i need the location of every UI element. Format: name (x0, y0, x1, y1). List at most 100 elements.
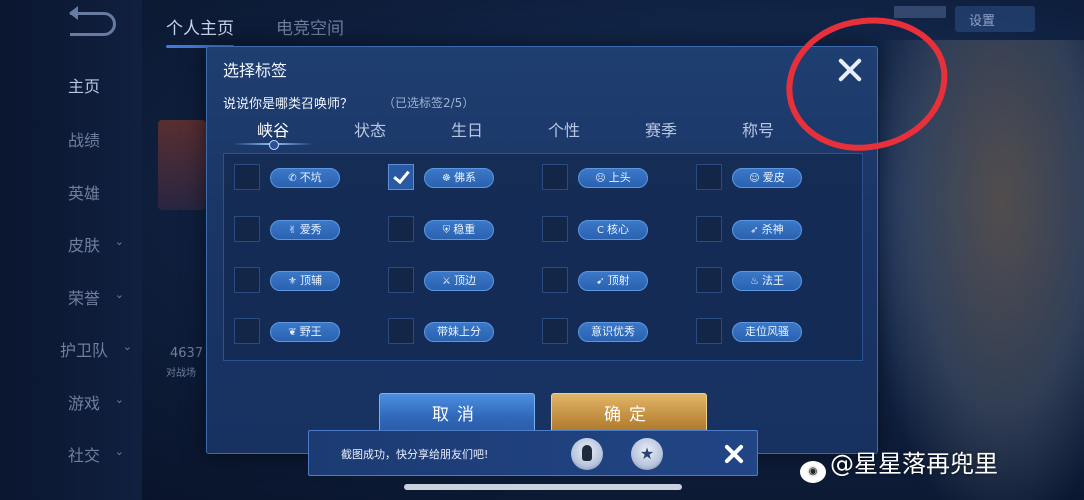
tag-checkbox[interactable] (696, 318, 722, 344)
sidebar-item-record[interactable]: 战绩 (68, 127, 100, 151)
c-core-icon: C (597, 225, 604, 236)
dialog-title: 选择标签 (223, 61, 288, 80)
tag-checkbox[interactable] (234, 164, 260, 190)
tag-checkbox[interactable] (542, 318, 568, 344)
tag-option[interactable]: C 核心 (542, 216, 692, 250)
tag-checkbox[interactable] (388, 318, 414, 344)
tag-pill[interactable]: ❦ 野王 (270, 322, 340, 342)
stat-caption: 对战场 (166, 368, 196, 379)
tag-options-grid: ✆ 不坑 ☸ 佛系 ☹ 上头 ☺ 爱皮 ✌ 爱秀 ⛨ 稳重 C 核心 ➶ 杀神 ⚜ 顶辅 ⚔ 顶边 ➹ 顶射 ♨ 法王 ❦ 野王 带… (223, 153, 863, 361)
tag-option[interactable]: ❦ 野王 (234, 318, 384, 352)
sidebar-item-games[interactable]: 游戏 ⌄ (68, 390, 124, 414)
tag-pill[interactable]: ⚔ 顶边 (424, 271, 494, 291)
tag-pill[interactable]: ☹ 上头 (578, 168, 648, 188)
tag-option[interactable]: ⚜ 顶辅 (234, 267, 384, 301)
tag-checkbox[interactable] (542, 164, 568, 190)
tag-checkbox[interactable] (388, 164, 414, 190)
shield-icon: ⛨ (442, 225, 451, 236)
tag-pill[interactable]: ⛨ 稳重 (424, 220, 494, 240)
tag-label: 顶边 (453, 274, 476, 287)
tab-title[interactable]: 称号 (708, 117, 808, 141)
watermark-text: @星星落再兜里 (830, 450, 998, 478)
toast-close-icon[interactable] (723, 443, 745, 465)
chevron-down-icon: ⌄ (114, 393, 125, 406)
tag-option[interactable]: 走位风骚 (696, 318, 846, 352)
chevron-down-icon: ⌄ (114, 445, 125, 458)
sidebar-item-label: 护卫队 (60, 341, 109, 360)
tab-status[interactable]: 状态 (320, 117, 420, 141)
qq-icon[interactable] (571, 438, 603, 470)
tag-option[interactable]: ✌ 爱秀 (234, 216, 384, 250)
cancel-button[interactable]: 取消 (379, 393, 535, 435)
tag-label: 稳重 (453, 223, 476, 236)
tag-option[interactable]: ♨ 法王 (696, 267, 846, 301)
chevron-down-icon: ⌄ (122, 340, 133, 353)
screenshot-toast: 截图成功，快分享给朋友们吧! ★ (308, 430, 758, 476)
tag-pill[interactable]: 走位风骚 (732, 322, 802, 342)
cat-icon: ☺ (749, 173, 760, 184)
tag-checkbox[interactable] (696, 164, 722, 190)
tag-checkbox[interactable] (234, 318, 260, 344)
tab-birthday[interactable]: 生日 (417, 117, 517, 141)
chevron-down-icon: ⌄ (114, 288, 125, 301)
buddha-icon: ☸ (442, 173, 451, 184)
sidebar-item-skins[interactable]: 皮肤 ⌄ (68, 232, 124, 256)
sidebar-item-label: 荣誉 (68, 289, 101, 308)
tab-esports-space[interactable]: 电竞空间 (276, 14, 344, 39)
sidebar-item-home[interactable]: 主页 (68, 73, 100, 97)
tag-option[interactable]: ➹ 顶射 (542, 267, 692, 301)
sidebar-item-guard-team[interactable]: 护卫队 ⌄ (60, 337, 132, 361)
tag-option[interactable]: 带妹上分 (388, 318, 538, 352)
tag-checkbox[interactable] (388, 267, 414, 293)
tag-option[interactable]: 意识优秀 (542, 318, 692, 352)
tag-option[interactable]: ☸ 佛系 (388, 164, 538, 198)
tab-season[interactable]: 赛季 (611, 117, 711, 141)
tag-pill[interactable]: ☺ 爱皮 (732, 168, 802, 188)
tag-option[interactable]: ➶ 杀神 (696, 216, 846, 250)
tag-option[interactable]: ⛨ 稳重 (388, 216, 538, 250)
tag-checkbox[interactable] (696, 216, 722, 242)
tag-label: 爱秀 (299, 223, 322, 236)
active-tab-indicator (233, 140, 313, 150)
toast-message: 截图成功，快分享给朋友们吧! (341, 448, 489, 461)
tag-option[interactable]: ☺ 爱皮 (696, 164, 846, 198)
tag-pill[interactable]: ♨ 法王 (732, 271, 802, 291)
tag-option[interactable]: ☹ 上头 (542, 164, 692, 198)
archer-icon: ➹ (596, 276, 605, 287)
tag-pill[interactable]: C 核心 (578, 220, 648, 240)
tag-checkbox[interactable] (234, 216, 260, 242)
tag-pill[interactable]: ✌ 爱秀 (270, 220, 340, 240)
tag-option[interactable]: ✆ 不坑 (234, 164, 384, 198)
tag-pill[interactable]: ➶ 杀神 (732, 220, 802, 240)
confirm-button[interactable]: 确定 (551, 393, 707, 435)
tag-checkbox[interactable] (696, 267, 722, 293)
sidebar-item-social[interactable]: 社交 ⌄ (68, 442, 124, 466)
qzone-icon[interactable]: ★ (631, 438, 663, 470)
close-icon[interactable] (835, 55, 865, 85)
tag-label: 上头 (608, 171, 631, 184)
selected-count: （已选标签2/5） (383, 96, 475, 110)
settings-button[interactable]: 设置 (955, 6, 1035, 32)
tag-pill[interactable]: ⚜ 顶辅 (270, 271, 340, 291)
tag-pill[interactable]: 带妹上分 (424, 322, 494, 342)
tag-checkbox[interactable] (234, 267, 260, 293)
tag-pill[interactable]: ➹ 顶射 (578, 271, 648, 291)
blade-icon: ➶ (750, 225, 759, 236)
tag-checkbox[interactable] (388, 216, 414, 242)
tag-checkbox[interactable] (542, 216, 568, 242)
tab-personality[interactable]: 个性 (514, 117, 614, 141)
tag-label: 杀神 (761, 223, 784, 236)
sidebar-item-honor[interactable]: 荣誉 ⌄ (68, 285, 124, 309)
sidebar-item-label: 战绩 (68, 131, 101, 150)
home-indicator[interactable] (404, 484, 682, 490)
sidebar-item-heroes[interactable]: 英雄 (68, 180, 100, 204)
background-scenery (880, 40, 1084, 500)
tag-pill[interactable]: 意识优秀 (578, 322, 648, 342)
tag-pill[interactable]: ✆ 不坑 (270, 168, 340, 188)
tab-personal-home[interactable]: 个人主页 (166, 14, 234, 48)
tag-option[interactable]: ⚔ 顶边 (388, 267, 538, 301)
tab-canyon[interactable]: 峡谷 (223, 117, 323, 141)
back-button[interactable] (69, 6, 116, 36)
tag-pill[interactable]: ☸ 佛系 (424, 168, 494, 188)
tag-checkbox[interactable] (542, 267, 568, 293)
